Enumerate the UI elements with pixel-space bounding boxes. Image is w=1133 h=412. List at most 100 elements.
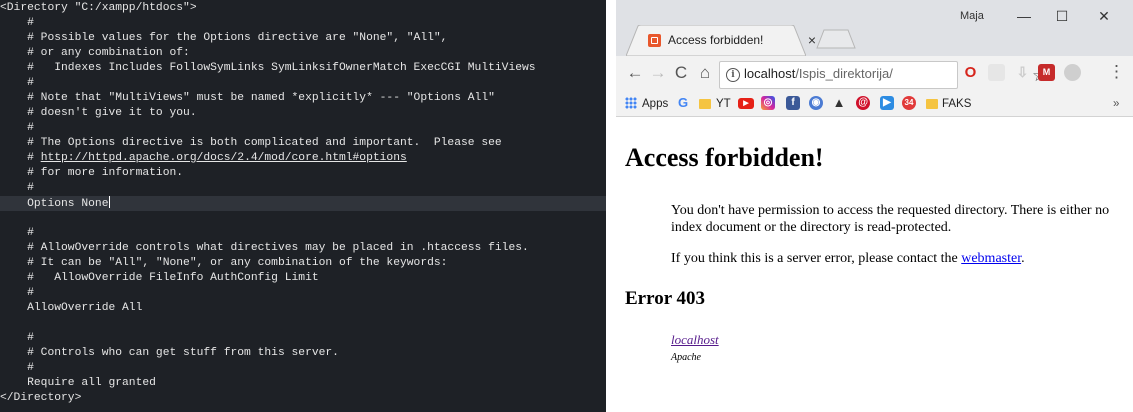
code-text: # Note that "MultiViews" must be named *… xyxy=(0,92,495,104)
info-icon[interactable]: i xyxy=(726,68,740,82)
code-text: # or any combination of: xyxy=(0,47,190,59)
code-text: # xyxy=(0,152,41,164)
code-line: # AllowOverride FileInfo AuthConfig Limi… xyxy=(0,271,606,286)
code-text: # Controls who can get stuff from this s… xyxy=(0,347,339,359)
code-text: # Possible values for the Options direct… xyxy=(0,32,448,44)
profile-name[interactable]: Maja xyxy=(960,10,984,22)
circle-bookmark-icon[interactable]: ◉ xyxy=(809,96,823,110)
code-text: # AllowOverride FileInfo AuthConfig Limi… xyxy=(0,272,319,284)
tab-access-forbidden[interactable]: Access forbidden! × xyxy=(626,25,816,56)
pdf-extension-icon[interactable] xyxy=(988,64,1005,81)
youtube-icon[interactable]: ▶ xyxy=(738,98,754,109)
code-line: # xyxy=(0,331,606,346)
store-icon[interactable]: ▲ xyxy=(832,96,846,110)
code-line: # xyxy=(0,361,606,376)
browser-window: Access forbidden! × Maja — ☐ ✕ ← → C ⌂ i… xyxy=(616,0,1133,412)
url-path: /Ispis_direktorija/ xyxy=(795,66,893,81)
faks-folder-icon[interactable] xyxy=(926,99,938,109)
badge-34-icon[interactable]: 34 xyxy=(902,96,916,110)
xampp-favicon-icon xyxy=(648,34,661,47)
divider xyxy=(606,0,616,412)
code-text: # The Options directive is both complica… xyxy=(0,137,502,149)
download-extension-icon[interactable]: ⇩ xyxy=(1014,64,1031,81)
code-text: # xyxy=(0,122,34,134)
code-line: # xyxy=(0,121,606,136)
code-text: # xyxy=(0,332,34,344)
close-window-button[interactable]: ✕ xyxy=(1086,4,1122,28)
m-extension-icon[interactable]: M xyxy=(1038,64,1055,81)
code-line: # doesn't give it to you. xyxy=(0,106,606,121)
minimize-button[interactable]: — xyxy=(1006,4,1042,28)
code-line: </Directory> xyxy=(0,391,606,406)
code-line: AllowOverride All xyxy=(0,301,606,316)
back-button[interactable]: ← xyxy=(624,62,646,84)
bookmark-yt[interactable]: YT xyxy=(716,96,731,112)
contact-message: If you think this is a server error, ple… xyxy=(671,250,1116,267)
code-line: # Controls who can get stuff from this s… xyxy=(0,346,606,361)
code-line: # AllowOverride controls what directives… xyxy=(0,241,606,256)
code-text: # xyxy=(0,227,34,239)
code-line: # xyxy=(0,76,606,91)
code-text: # xyxy=(0,362,34,374)
new-tab-button[interactable] xyxy=(816,29,856,49)
extension-icon[interactable] xyxy=(1064,64,1081,81)
home-button[interactable]: ⌂ xyxy=(694,62,716,84)
google-icon[interactable]: G xyxy=(676,96,690,110)
page-title: Access forbidden! xyxy=(625,143,824,172)
text-cursor xyxy=(109,196,111,208)
code-line: <Directory "C:/xampp/htdocs"> xyxy=(0,1,606,16)
code-line: # or any combination of: xyxy=(0,46,606,61)
code-line: # xyxy=(0,226,606,241)
code-line-current: Options None xyxy=(0,196,606,211)
reload-button[interactable]: C xyxy=(670,62,692,84)
code-line: # xyxy=(0,16,606,31)
p-bookmark-icon[interactable]: ▶ xyxy=(880,96,894,110)
code-text: # for more information. xyxy=(0,167,184,179)
code-text: <Directory "C:/xampp/htdocs"> xyxy=(0,2,197,14)
code-text: Require all granted xyxy=(0,377,156,389)
folder-icon[interactable] xyxy=(699,99,711,109)
code-line: # http://httpd.apache.org/docs/2.4/mod/c… xyxy=(0,151,606,166)
instagram-icon[interactable]: ◎ xyxy=(761,96,775,110)
code-link[interactable]: http://httpd.apache.org/docs/2.4/mod/cor… xyxy=(41,152,407,164)
forbidden-message: You don't have permission to access the … xyxy=(671,203,1110,235)
menu-icon[interactable]: ⋮ xyxy=(1108,62,1125,82)
server-software: Apache xyxy=(671,352,701,363)
at-bookmark-icon[interactable]: @ xyxy=(856,96,870,110)
opera-extension-icon[interactable]: O xyxy=(962,64,979,81)
code-text: # xyxy=(0,77,34,89)
code-line: # xyxy=(0,286,606,301)
url-host: localhost xyxy=(744,66,796,81)
maximize-button[interactable]: ☐ xyxy=(1044,4,1080,28)
code-line: # Possible values for the Options direct… xyxy=(0,31,606,46)
code-text: # AllowOverride controls what directives… xyxy=(0,242,529,254)
url-text[interactable]: localhost/Ispis_direktorija/ xyxy=(744,66,893,81)
bookmark-apps[interactable]: Apps xyxy=(642,96,668,112)
code-text: </Directory> xyxy=(0,392,82,404)
code-text: # xyxy=(0,17,34,29)
browser-toolbar: ← → C ⌂ i localhost/Ispis_direktorija/ ☆… xyxy=(616,56,1133,92)
title-bar: Access forbidden! × Maja — ☐ ✕ xyxy=(616,0,1133,56)
address-bar[interactable]: i localhost/Ispis_direktorija/ ☆ xyxy=(719,61,1047,89)
facebook-icon[interactable]: f xyxy=(786,96,800,110)
bookmark-faks[interactable]: FAKS xyxy=(942,96,971,112)
code-editor[interactable]: <Directory "C:/xampp/htdocs"> # # Possib… xyxy=(0,0,606,412)
code-line: # for more information. xyxy=(0,166,606,181)
contact-end: . xyxy=(1021,251,1025,266)
apps-grid-icon[interactable] xyxy=(625,97,637,109)
code-line: # The Options directive is both complica… xyxy=(0,136,606,151)
code-text: # doesn't give it to you. xyxy=(0,107,197,119)
code-line: # Indexes Includes FollowSymLinks SymLin… xyxy=(0,61,606,76)
server-host-link[interactable]: localhost xyxy=(671,332,719,348)
error-code-heading: Error 403 xyxy=(625,288,706,309)
tab-title: Access forbidden! xyxy=(668,33,764,47)
code-text: Options None xyxy=(0,198,109,210)
code-text: # xyxy=(0,287,34,299)
code-line: # It can be "All", "None", or any combin… xyxy=(0,256,606,271)
code-text: AllowOverride All xyxy=(0,302,143,314)
forward-button[interactable]: → xyxy=(647,62,669,84)
webmaster-link[interactable]: webmaster xyxy=(961,251,1021,266)
more-bookmarks-icon[interactable]: » xyxy=(1113,96,1119,112)
code-text: # xyxy=(0,182,34,194)
